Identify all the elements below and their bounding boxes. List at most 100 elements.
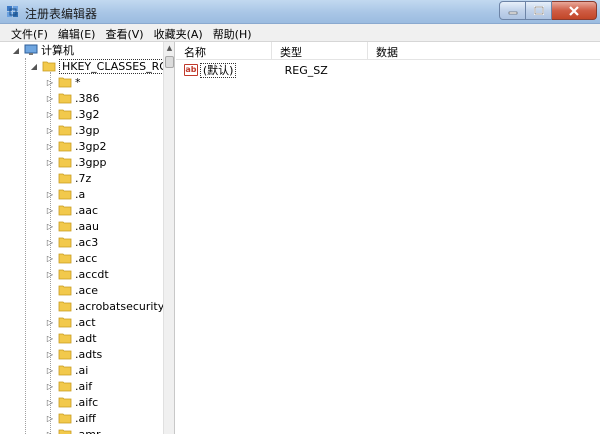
menu-view[interactable]: 查看(V) (100, 24, 148, 42)
minimize-icon (508, 11, 517, 14)
tree-node-label: .3gp (75, 123, 100, 137)
tree-scrollbar-thumb[interactable] (165, 56, 174, 68)
tree-node-key[interactable]: ▷ .adt (45, 330, 97, 346)
folder-icon (58, 412, 72, 424)
folder-icon (58, 220, 72, 232)
expand-arrow-icon[interactable]: ▷ (45, 125, 55, 135)
expand-arrow-icon[interactable]: ▷ (45, 237, 55, 247)
tree-node-label: .386 (75, 91, 100, 105)
expand-arrow-icon[interactable]: ▷ (45, 413, 55, 423)
expand-arrow-icon[interactable]: ▷ (45, 397, 55, 407)
tree-node-label: .acc (75, 251, 98, 265)
tree-node-label: .aiff (75, 411, 96, 425)
tree-node-key[interactable]: ▷ .act (45, 314, 96, 330)
expand-arrow-icon[interactable]: ▷ (45, 269, 55, 279)
tree-node-key[interactable]: ▷ .386 (45, 90, 100, 106)
client-area: ◢ 计算机 ◢ HKEY_CLASSES_ROOT ▷ * ▷ .386 ▷ .3g2 ▷.… (0, 42, 600, 434)
folder-icon (58, 428, 72, 434)
tree-node-label: .aif (75, 379, 93, 393)
folder-icon (58, 252, 72, 264)
tree-node-label: .ac3 (75, 235, 99, 249)
expand-arrow-icon[interactable]: ▷ (45, 109, 55, 119)
registry-tree[interactable]: ◢ 计算机 ◢ HKEY_CLASSES_ROOT ▷ * ▷ .386 ▷ .3g2 ▷.… (5, 42, 175, 434)
values-list[interactable]: 名称 类型 数据 ab (默认) REG_SZ (176, 42, 600, 434)
tree-node-label: .adt (75, 331, 97, 345)
folder-icon (58, 316, 72, 328)
expand-arrow-icon[interactable]: ▷ (45, 317, 55, 327)
close-button[interactable] (552, 1, 597, 20)
tree-node-key[interactable]: ▷ .a (45, 186, 85, 202)
tree-node-key[interactable]: .ace (45, 282, 98, 298)
tree-leaf-spacer[interactable] (45, 173, 55, 183)
expand-arrow-icon[interactable]: ▷ (45, 365, 55, 375)
tree-node-key[interactable]: ▷ .3gpp (45, 154, 107, 170)
tree-node-key[interactable]: ▷ .aif (45, 378, 92, 394)
menu-favorites[interactable]: 收藏夹(A) (149, 24, 208, 42)
list-header: 名称 类型 数据 (176, 42, 600, 60)
expand-arrow-icon[interactable]: ▷ (45, 221, 55, 231)
folder-icon (58, 108, 72, 120)
column-header-data[interactable]: 数据 (368, 42, 600, 60)
expand-arrow-icon[interactable]: ▷ (45, 189, 55, 199)
tree-node-key[interactable]: .7z (45, 170, 91, 186)
tree-node-label: .3gp2 (75, 139, 107, 153)
tree-node-key[interactable]: ▷ .ai (45, 362, 88, 378)
tree-node-label: .accdt (75, 267, 109, 281)
registry-editor-app-icon (5, 4, 21, 20)
computer-icon (24, 44, 38, 56)
folder-icon (58, 332, 72, 344)
maximize-icon (533, 6, 544, 15)
menu-file[interactable]: 文件(F) (6, 24, 53, 42)
minimize-button[interactable] (499, 1, 526, 20)
tree-node-key[interactable]: ▷ * (45, 74, 81, 90)
tree-node-key[interactable]: ▷ .adts (45, 346, 102, 362)
collapse-arrow-icon[interactable]: ◢ (29, 61, 39, 71)
tree-scrollbar[interactable]: ▲ (163, 42, 174, 434)
tree-node-label: * (75, 75, 81, 89)
tree-node-key[interactable]: ▷ .3gp2 (45, 138, 107, 154)
expand-arrow-icon[interactable]: ▷ (45, 77, 55, 87)
expand-arrow-icon[interactable]: ▷ (45, 157, 55, 167)
expand-arrow-icon[interactable]: ▷ (45, 349, 55, 359)
menu-bar: 文件(F) 编辑(E) 查看(V) 收藏夹(A) 帮助(H) (0, 24, 600, 42)
title-bar[interactable]: 注册表编辑器 (0, 0, 600, 24)
expand-arrow-icon[interactable]: ▷ (45, 205, 55, 215)
tree-node-key[interactable]: ▷ .3g2 (45, 106, 100, 122)
tree-node-key[interactable]: ▷ .aiff (45, 410, 96, 426)
tree-node-label: .aac (75, 203, 99, 217)
value-row[interactable]: ab (默认) REG_SZ (176, 62, 600, 78)
column-header-type[interactable]: 类型 (272, 42, 368, 60)
tree-node-key[interactable]: ▷ .accdt (45, 266, 109, 282)
tree-leaf-spacer[interactable] (45, 285, 55, 295)
column-header-name[interactable]: 名称 (176, 42, 272, 60)
menu-help[interactable]: 帮助(H) (208, 24, 257, 42)
scroll-up-arrow-icon[interactable]: ▲ (165, 44, 174, 52)
tree-node-key[interactable]: ▷ .aau (45, 218, 99, 234)
tree-node-key[interactable]: ▷ .aifc (45, 394, 98, 410)
tree-node-key[interactable]: ▷ .3gp (45, 122, 100, 138)
expand-arrow-icon[interactable]: ▷ (45, 381, 55, 391)
tree-node-key[interactable]: ▷ .aac (45, 202, 98, 218)
expand-arrow-icon[interactable]: ▷ (45, 333, 55, 343)
collapse-arrow-icon[interactable]: ◢ (11, 45, 21, 55)
tree-node-key[interactable]: ▷ .amr (45, 426, 100, 434)
expand-arrow-icon[interactable]: ▷ (45, 141, 55, 151)
folder-icon (58, 172, 72, 184)
tree-node-computer[interactable]: ◢ 计算机 (11, 42, 74, 58)
folder-icon (58, 236, 72, 248)
folder-icon (58, 204, 72, 216)
folder-icon (58, 268, 72, 280)
window-title: 注册表编辑器 (25, 7, 98, 21)
menu-edit[interactable]: 编辑(E) (53, 24, 101, 42)
tree-leaf-spacer[interactable] (45, 301, 55, 311)
tree-node-key[interactable]: ▷ .acc (45, 250, 97, 266)
maximize-button[interactable] (526, 1, 552, 20)
tree-node-key[interactable]: ▷ .ac3 (45, 234, 98, 250)
tree-node-key[interactable]: .acrobatsecuritysettings (45, 298, 174, 314)
expand-arrow-icon[interactable]: ▷ (45, 253, 55, 263)
expand-arrow-icon[interactable]: ▷ (45, 93, 55, 103)
tree-guide-line (25, 58, 26, 434)
tree-node-hkey-classes-root[interactable]: ◢ HKEY_CLASSES_ROOT (29, 58, 174, 74)
value-type-cell: REG_SZ (284, 63, 328, 77)
expand-arrow-icon[interactable]: ▷ (45, 429, 55, 434)
